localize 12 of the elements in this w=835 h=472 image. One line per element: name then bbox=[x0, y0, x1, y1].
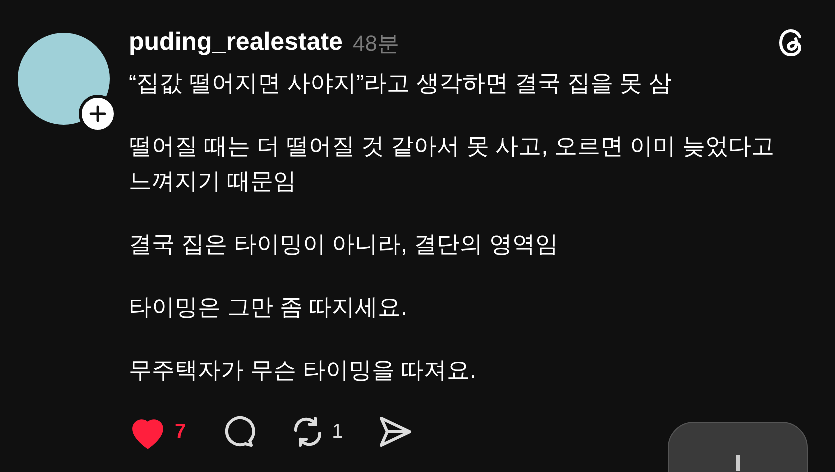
username[interactable]: puding_realestate bbox=[129, 24, 343, 62]
post-time: 48분 bbox=[352, 30, 400, 58]
post-text: 결국 집은 타이밍이 아니라, 결단의 영역임 bbox=[129, 230, 560, 259]
plus-icon bbox=[89, 105, 107, 123]
post-text: 떨어질 때는 더 떨어질 것 같아서 못 사고, 오르면 이미 늦었다고 느껴지기 때문임 bbox=[129, 132, 776, 196]
repost-count: 1 bbox=[332, 420, 344, 445]
post-text: 무주택자가 무슨 타이밍을 따져요. bbox=[129, 356, 478, 385]
post-text: 타이밍은 그만 좀 따지세요. bbox=[129, 293, 409, 322]
like-count: 7 bbox=[175, 420, 186, 445]
post-text: “집값 떨어지면 사야지”라고 생각하면 결국 집을 못 삼 bbox=[129, 69, 674, 98]
send-icon[interactable] bbox=[377, 415, 414, 449]
plus-icon bbox=[736, 455, 740, 471]
